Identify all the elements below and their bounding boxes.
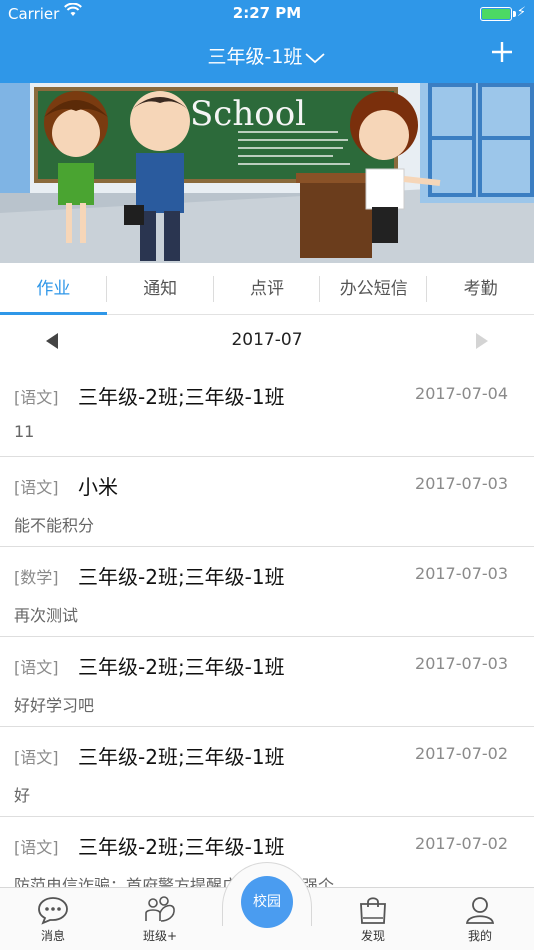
item-date: 2017-07-02	[415, 744, 508, 763]
list-item[interactable]: [语文] 三年级-2班;三年级-1班 2017-07-03 好好学习吧	[0, 637, 534, 727]
battery-icon	[480, 7, 516, 21]
charging-icon: ⚡	[516, 5, 526, 20]
board-text: School	[190, 94, 306, 134]
item-content: 好	[14, 786, 31, 805]
class-selector-label: 三年级-1班	[207, 46, 303, 68]
tab-label: 作业	[36, 279, 71, 299]
tab-label: 点评	[249, 279, 284, 299]
shopping-bag-icon	[360, 897, 386, 924]
list-item[interactable]: [语文] 小米 2017-07-03 能不能积分	[0, 457, 534, 547]
item-date: 2017-07-03	[415, 654, 508, 673]
subject-tag: [数学]	[14, 568, 59, 587]
subject-tag: [语文]	[14, 838, 59, 857]
month-label: 2017-07	[231, 330, 303, 350]
tab-homework[interactable]: 作业	[0, 263, 107, 315]
tab-label: 考勤	[463, 279, 498, 299]
classroom-illustration: School	[0, 83, 534, 263]
class-selector[interactable]: 三年级-1班	[0, 42, 534, 69]
class-names: 三年级-2班;三年级-1班	[78, 835, 285, 859]
item-date: 2017-07-03	[415, 564, 508, 583]
tab-comment[interactable]: 点评	[214, 263, 321, 314]
class-names: 三年级-2班;三年级-1班	[78, 655, 285, 679]
subject-tag: [语文]	[14, 388, 59, 407]
class-names: 三年级-2班;三年级-1班	[78, 385, 285, 409]
item-date: 2017-07-02	[415, 834, 508, 853]
tab-class-plus-label: 班级+	[142, 929, 178, 943]
list-item[interactable]: [语文] 三年级-2班;三年级-1班 2017-07-04 11	[0, 367, 534, 457]
class-names: 三年级-2班;三年级-1班	[78, 565, 285, 589]
tab-discover-label: 发现	[360, 929, 385, 943]
navigation-bar: Carrier 2:27 PM ⚡ 三年级-1班	[0, 0, 534, 83]
campus-button[interactable]: 校园	[241, 876, 293, 928]
tab-label: 通知	[143, 279, 178, 299]
item-date: 2017-07-04	[415, 384, 508, 403]
item-content: 能不能积分	[14, 516, 95, 535]
subject-tag: [语文]	[14, 748, 59, 767]
plus-icon[interactable]	[490, 40, 514, 64]
item-content: 再次测试	[14, 606, 79, 625]
item-date: 2017-07-03	[415, 474, 508, 493]
tab-mine[interactable]: 我的	[435, 888, 525, 951]
subject-tag: [语文]	[14, 658, 59, 677]
status-bar: Carrier 2:27 PM ⚡	[0, 0, 534, 28]
tab-discover[interactable]: 发现	[328, 888, 418, 951]
homework-list: [语文] 三年级-2班;三年级-1班 2017-07-04 11 [语文] 小米…	[0, 367, 534, 887]
list-item[interactable]: [语文] 三年级-2班;三年级-1班 2017-07-02 好	[0, 727, 534, 817]
subject-tag: [语文]	[14, 478, 59, 497]
item-content: 11	[14, 422, 35, 441]
tab-attendance[interactable]: 考勤	[427, 263, 534, 314]
next-month-icon[interactable]	[474, 332, 490, 350]
category-tabs: 作业 通知 点评 办公短信 考勤	[0, 263, 534, 315]
list-item[interactable]: [数学] 三年级-2班;三年级-1班 2017-07-03 再次测试	[0, 547, 534, 637]
tab-class-plus[interactable]: 班级+	[115, 888, 205, 951]
tab-messages-label: 消息	[40, 929, 65, 943]
tab-office-sms[interactable]: 办公短信	[320, 263, 428, 314]
tab-label: 办公短信	[339, 279, 408, 299]
class-people-icon	[145, 896, 175, 922]
item-content: 好好学习吧	[14, 696, 95, 715]
user-icon	[465, 897, 495, 924]
tab-notice[interactable]: 通知	[107, 263, 214, 314]
tab-mine-label: 我的	[467, 929, 492, 943]
school-banner: School	[0, 83, 534, 263]
class-names: 小米	[78, 475, 118, 499]
bottom-tab-bar: 校园 消息 班级+ 发现 我的	[0, 862, 534, 951]
tab-messages[interactable]: 消息	[8, 888, 98, 951]
class-names: 三年级-2班;三年级-1班	[78, 745, 285, 769]
month-selector: 2017-07	[0, 315, 534, 367]
chevron-down-icon	[305, 52, 326, 63]
status-time: 2:27 PM	[232, 4, 302, 22]
chat-bubble-icon	[38, 897, 68, 925]
